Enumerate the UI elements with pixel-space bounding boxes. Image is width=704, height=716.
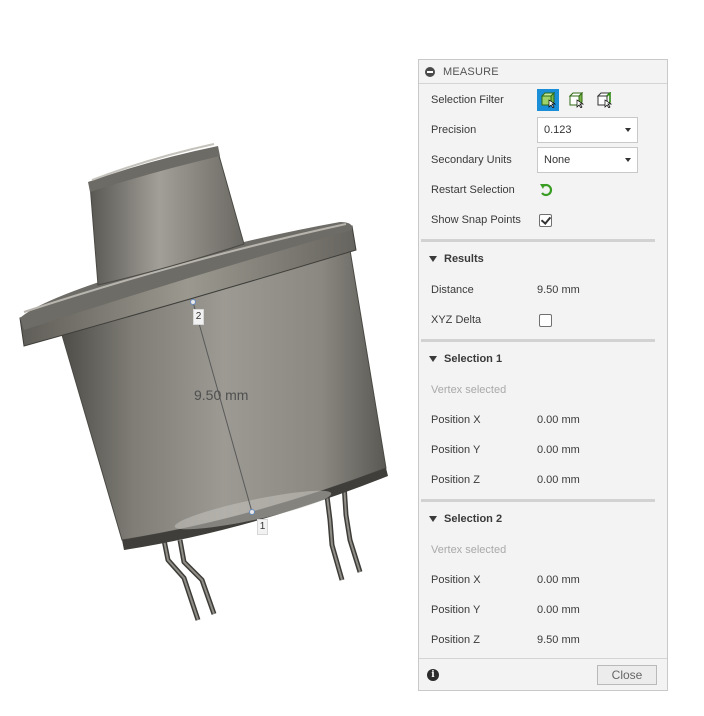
caret-down-icon (429, 356, 437, 362)
divider (421, 239, 655, 242)
selection1-header[interactable]: Selection 1 (429, 350, 502, 368)
results-heading: Results (444, 253, 484, 265)
component-model[interactable] (0, 0, 415, 716)
precision-value: 0.123 (544, 124, 572, 136)
restart-selection-row: Restart Selection (431, 180, 656, 200)
secondary-units-row: Secondary Units None (431, 147, 656, 173)
secondary-units-label: Secondary Units (431, 154, 512, 166)
secondary-units-dropdown[interactable]: None (537, 147, 638, 173)
results-header[interactable]: Results (429, 250, 484, 268)
selection1-status-row: Vertex selected (431, 380, 656, 400)
selection2-pos-y-row: Position Y 0.00 mm (431, 600, 656, 620)
select-body-icon[interactable] (537, 89, 559, 111)
selection2-header[interactable]: Selection 2 (429, 510, 502, 528)
pos-x-value: 0.00 mm (537, 574, 580, 586)
chevron-down-icon (625, 128, 631, 132)
selection1-pos-z-row: Position Z 0.00 mm (431, 470, 656, 490)
selection2-pos-x-row: Position X 0.00 mm (431, 570, 656, 590)
xyz-delta-label: XYZ Delta (431, 314, 482, 326)
secondary-units-value: None (544, 154, 571, 166)
distance-value: 9.50 mm (537, 284, 580, 296)
show-snap-points-checkbox[interactable] (539, 213, 552, 227)
pos-x-label: Position X (431, 574, 481, 586)
pos-z-label: Position Z (431, 634, 480, 646)
selection-filter-label: Selection Filter (431, 94, 504, 106)
pos-x-label: Position X (431, 414, 481, 426)
pos-x-value: 0.00 mm (537, 414, 580, 426)
selection2-heading: Selection 2 (444, 513, 503, 525)
caret-down-icon (429, 256, 437, 262)
pos-y-label: Position Y (431, 444, 481, 456)
restart-selection-label: Restart Selection (431, 184, 515, 196)
panel-title: MEASURE (443, 65, 499, 78)
precision-dropdown[interactable]: 0.123 (537, 117, 638, 143)
pos-z-label: Position Z (431, 474, 480, 486)
xyz-delta-checkbox[interactable] (539, 313, 552, 327)
selection1-heading: Selection 1 (444, 353, 503, 365)
info-icon[interactable]: i (427, 669, 439, 681)
show-snap-points-row: Show Snap Points (431, 210, 656, 230)
selection2-status-row: Vertex selected (431, 540, 656, 560)
selection-filter-row: Selection Filter (431, 89, 656, 111)
measure-panel: MEASURE Selection Filter Precision 0.123… (418, 59, 668, 691)
selection1-status: Vertex selected (431, 384, 507, 396)
3d-viewport[interactable]: 9.50 mm 2 1 (0, 0, 415, 716)
selection1-pos-y-row: Position Y 0.00 mm (431, 440, 656, 460)
select-edge-icon[interactable] (593, 89, 615, 111)
divider (421, 499, 655, 502)
pos-z-value: 9.50 mm (537, 634, 580, 646)
selection2-pos-z-row: Position Z 9.50 mm (431, 630, 656, 650)
chevron-down-icon (625, 158, 631, 162)
close-button[interactable]: Close (597, 665, 657, 685)
selection2-status: Vertex selected (431, 544, 507, 556)
precision-row: Precision 0.123 (431, 117, 656, 143)
panel-header[interactable]: MEASURE (419, 60, 667, 84)
show-snap-points-label: Show Snap Points (431, 214, 521, 226)
point-2-label: 2 (193, 309, 204, 325)
divider (421, 339, 655, 342)
pos-y-value: 0.00 mm (537, 444, 580, 456)
panel-footer: i Close (419, 658, 667, 690)
restart-icon[interactable] (539, 183, 555, 197)
xyz-delta-row: XYZ Delta (431, 310, 656, 330)
select-face-icon[interactable] (565, 89, 587, 111)
distance-row: Distance 9.50 mm (431, 280, 656, 300)
pos-z-value: 0.00 mm (537, 474, 580, 486)
selection1-pos-x-row: Position X 0.00 mm (431, 410, 656, 430)
pos-y-value: 0.00 mm (537, 604, 580, 616)
caret-down-icon (429, 516, 437, 522)
pos-y-label: Position Y (431, 604, 481, 616)
distance-label: Distance (431, 284, 474, 296)
dimension-label: 9.50 mm (194, 387, 249, 403)
collapse-icon[interactable] (425, 66, 435, 77)
point-1-label: 1 (257, 519, 268, 535)
precision-label: Precision (431, 124, 477, 136)
